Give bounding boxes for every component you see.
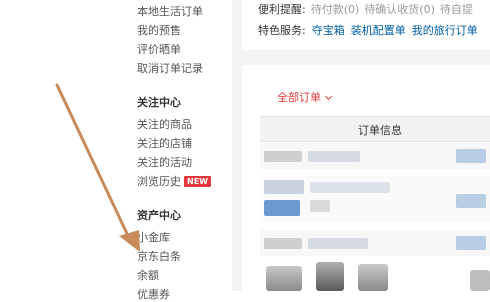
sidebar-item-followed-products[interactable]: 关注的商品	[137, 118, 192, 132]
all-orders-label: 全部订单	[277, 91, 321, 104]
blurred-link	[456, 194, 486, 208]
product-thumbnail	[358, 264, 388, 291]
service-link-treasure-box[interactable]: 夺宝箱	[312, 24, 345, 37]
blurred-link	[456, 236, 486, 250]
sidebar-item-followed-shops[interactable]: 关注的店铺	[137, 137, 192, 151]
sidebar-item-local-life-orders[interactable]: 本地生活订单	[137, 5, 203, 19]
blurred-text	[264, 238, 302, 249]
services-label: 特色服务:	[258, 24, 306, 37]
section-title-assets: 资产中心	[137, 209, 181, 222]
service-link-build-config[interactable]: 装机配置单	[351, 24, 406, 37]
notice-label: 便利提醒:	[258, 3, 306, 16]
sidebar-item-browse-history[interactable]: 浏览历史 NEW	[137, 175, 211, 189]
sidebar-item-presale[interactable]: 我的预售	[137, 24, 181, 38]
all-orders-dropdown[interactable]: 全部订单	[277, 89, 333, 105]
sidebar	[0, 0, 232, 291]
blurred-text	[308, 151, 360, 162]
blurred-text	[264, 151, 302, 162]
notice-pending-payment[interactable]: 待付款(0)	[311, 3, 360, 16]
section-title-follow: 关注中心	[137, 96, 181, 109]
new-badge: NEW	[184, 176, 211, 187]
sidebar-item-vault[interactable]: 小金库	[137, 231, 170, 245]
gutter	[232, 0, 242, 291]
sidebar-item-baitiao[interactable]: 京东白条	[137, 250, 181, 264]
orders-table-header: 订单信息	[260, 116, 490, 142]
sidebar-item-balance[interactable]: 余额	[137, 269, 159, 283]
product-thumbnail	[266, 266, 302, 291]
services-row: 特色服务: 夺宝箱 装机配置单 我的旅行订单	[258, 24, 478, 38]
blurred-link	[456, 149, 486, 163]
blurred-text	[264, 180, 304, 194]
sidebar-item-followed-activities[interactable]: 关注的活动	[137, 156, 192, 170]
sidebar-item-cancel-records[interactable]: 取消订单记录	[137, 62, 203, 76]
notice-row: 便利提醒: 待付款(0) 待确认收货(0) 待自提	[258, 3, 473, 17]
blurred-text	[308, 238, 368, 249]
column-header-order-info: 订单信息	[358, 124, 402, 137]
order-row	[260, 176, 490, 222]
blurred-text	[310, 182, 390, 193]
product-thumbnail	[470, 270, 490, 291]
order-row	[260, 143, 490, 169]
order-row	[260, 230, 490, 256]
notice-pending-receipt[interactable]: 待确认收货(0)	[364, 3, 435, 16]
section-divider	[242, 50, 490, 65]
blurred-text	[264, 200, 300, 216]
chevron-down-icon	[324, 92, 333, 101]
service-link-travel-orders[interactable]: 我的旅行订单	[412, 24, 478, 37]
product-thumbnail	[316, 262, 344, 291]
sidebar-item-label: 浏览历史	[137, 175, 181, 188]
sidebar-item-reviews[interactable]: 评价晒单	[137, 43, 181, 57]
notice-pending-pickup[interactable]: 待自提	[440, 3, 473, 16]
blurred-text	[310, 200, 330, 212]
sidebar-item-coupons[interactable]: 优惠券	[137, 288, 170, 302]
